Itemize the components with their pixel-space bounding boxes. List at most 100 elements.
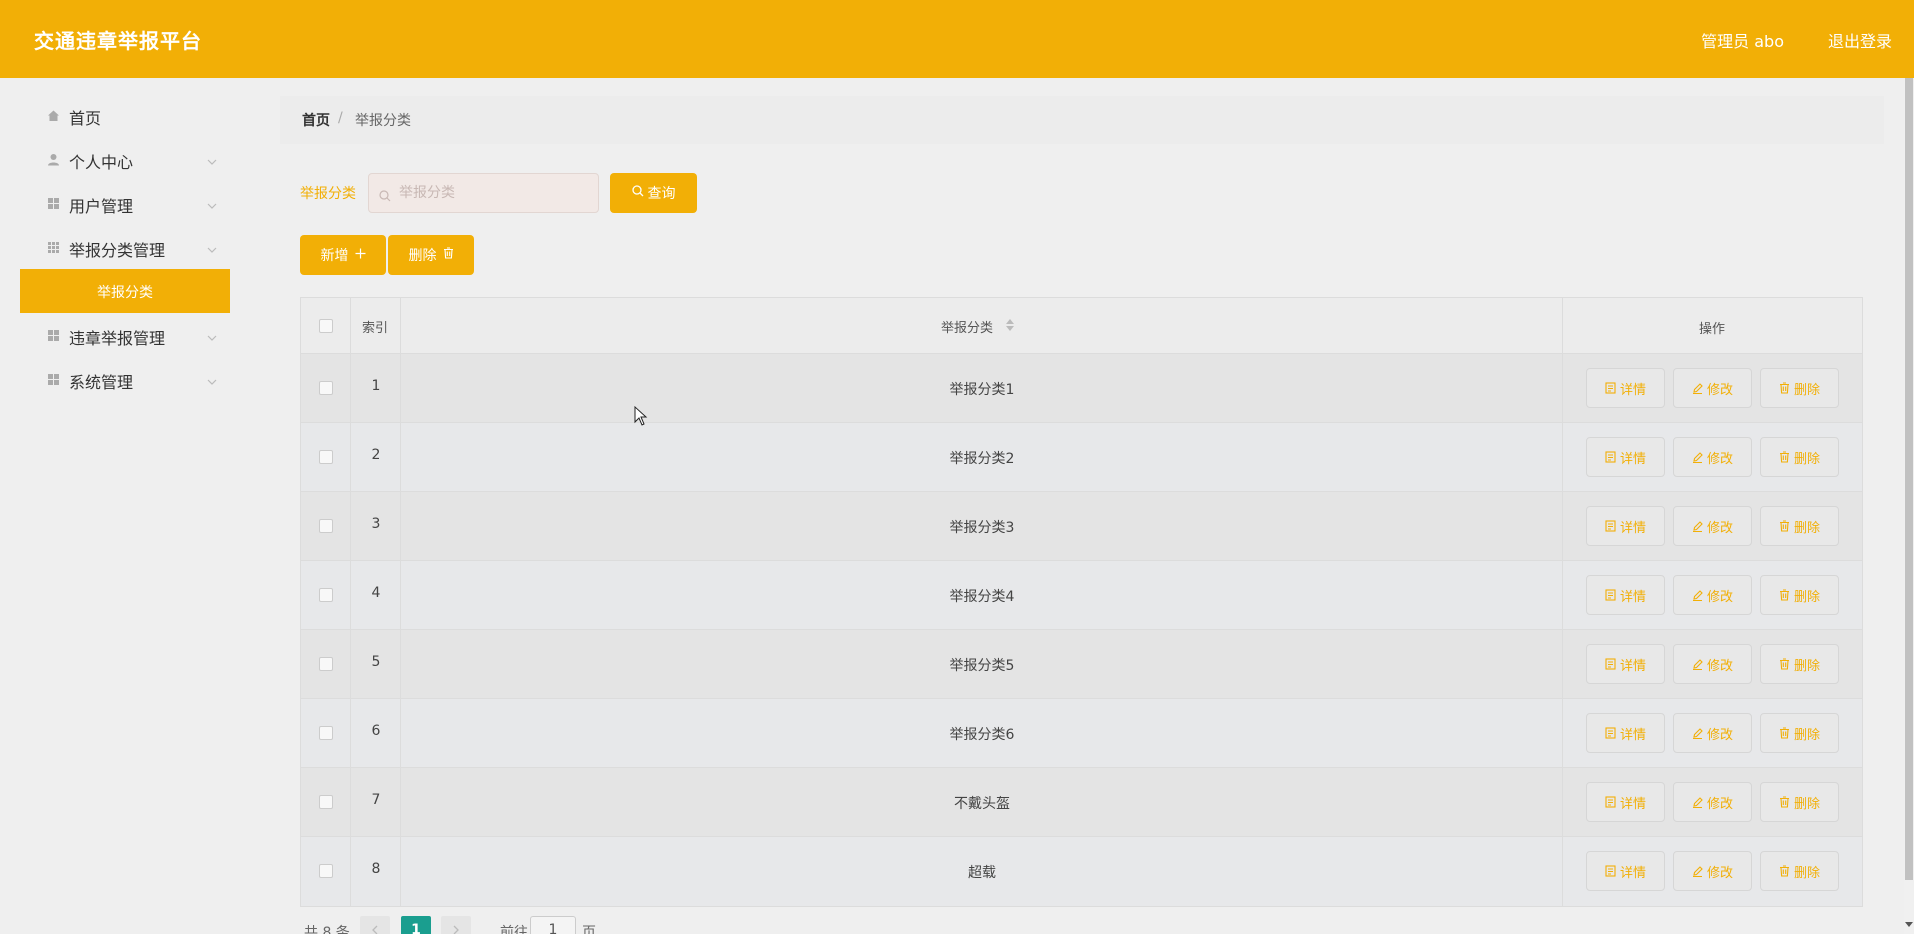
pagination-total: 共 8 条 [304, 925, 350, 934]
row-checkbox[interactable] [319, 381, 333, 395]
edit-button-label: 修改 [1706, 451, 1733, 467]
edit-button[interactable]: 修改 [1673, 851, 1752, 891]
row-checkbox[interactable] [319, 519, 333, 533]
sidebar-item-category-management[interactable]: 举报分类管理 [20, 227, 230, 267]
edit-button[interactable]: 修改 [1673, 437, 1752, 477]
delete-button[interactable]: 删除 [1760, 368, 1839, 408]
edit-icon [1692, 728, 1703, 739]
sidebar-item-user-management[interactable]: 用户管理 [20, 183, 230, 223]
row-checkbox[interactable] [319, 588, 333, 602]
logout-link[interactable]: 退出登录 [1828, 28, 1892, 52]
row-checkbox[interactable] [319, 864, 333, 878]
table-header: 索引 举报分类 操作 [301, 298, 1862, 354]
grid-icon [46, 372, 60, 386]
home-icon [46, 108, 60, 122]
row-checkbox[interactable] [319, 657, 333, 671]
detail-button[interactable]: 详情 [1586, 782, 1665, 822]
delete-button-label: 删除 [1793, 589, 1820, 605]
row-category: 举报分类6 [949, 727, 1015, 743]
user-icon [46, 152, 60, 166]
detail-button[interactable]: 详情 [1586, 713, 1665, 753]
breadcrumb-separator: / [338, 110, 343, 126]
edit-button-label: 修改 [1706, 382, 1733, 398]
table-row: 8 超载 详情 修改 删除 [301, 837, 1862, 906]
search-icon [379, 187, 391, 206]
trash-icon [443, 247, 454, 263]
query-button[interactable]: 查询 [610, 173, 697, 213]
prev-page-button[interactable] [360, 916, 390, 934]
sidebar-item-label: 首页 [69, 109, 102, 128]
detail-button[interactable]: 详情 [1586, 575, 1665, 615]
row-checkbox[interactable] [319, 795, 333, 809]
delete-button[interactable]: 删除 [1760, 713, 1839, 753]
add-button-label: 新增 [320, 248, 349, 264]
breadcrumb: 首页 / 举报分类 [280, 96, 1884, 144]
search-input[interactable] [399, 174, 589, 212]
sidebar-item-violation-report-management[interactable]: 违章举报管理 [20, 315, 230, 355]
document-icon [1605, 865, 1616, 877]
delete-button[interactable]: 删除 [1760, 575, 1839, 615]
delete-button-label: 删除 [1793, 796, 1820, 812]
delete-button[interactable]: 删除 [1760, 782, 1839, 822]
delete-button[interactable]: 删除 [1760, 851, 1839, 891]
detail-button-label: 详情 [1619, 382, 1646, 398]
vertical-scrollbar[interactable] [1904, 78, 1914, 934]
breadcrumb-home[interactable]: 首页 [302, 110, 330, 130]
detail-button-label: 详情 [1619, 658, 1646, 674]
detail-button[interactable]: 详情 [1586, 368, 1665, 408]
trash-icon [1779, 589, 1789, 601]
edit-button[interactable]: 修改 [1673, 782, 1752, 822]
edit-icon [1692, 659, 1703, 670]
document-icon [1605, 658, 1616, 670]
delete-button[interactable]: 删除 [1760, 437, 1839, 477]
sidebar-item-label: 系统管理 [69, 373, 134, 392]
select-all-checkbox[interactable] [319, 319, 333, 333]
sidebar-subitem-report-category[interactable]: 举报分类 [20, 269, 230, 313]
edit-button[interactable]: 修改 [1673, 713, 1752, 753]
page-number-button[interactable]: 1 [401, 916, 431, 934]
delete-button-label: 删除 [1793, 520, 1820, 536]
edit-icon [1692, 866, 1703, 877]
detail-button-label: 详情 [1619, 520, 1646, 536]
detail-button[interactable]: 详情 [1586, 644, 1665, 684]
sidebar-item-home[interactable]: 首页 [20, 95, 230, 135]
edit-icon [1692, 590, 1703, 601]
document-icon [1605, 520, 1616, 532]
row-checkbox[interactable] [319, 726, 333, 740]
detail-button[interactable]: 详情 [1586, 506, 1665, 546]
trash-icon [1779, 658, 1789, 670]
sidebar: 首页 个人中心 用户管理 举报分类管理 举报分类 违章举报管理 系统管理 [0, 78, 250, 934]
row-index: 5 [371, 654, 381, 670]
page-jump-input[interactable] [530, 916, 576, 934]
row-index: 3 [371, 516, 381, 532]
edit-button[interactable]: 修改 [1673, 644, 1752, 684]
detail-button[interactable]: 详情 [1586, 851, 1665, 891]
sidebar-item-personal-center[interactable]: 个人中心 [20, 139, 230, 179]
chevron-right-icon [453, 925, 459, 934]
sidebar-item-system-management[interactable]: 系统管理 [20, 359, 230, 399]
edit-button-label: 修改 [1706, 658, 1733, 674]
delete-button[interactable]: 删除 [1760, 644, 1839, 684]
row-index: 7 [371, 792, 381, 808]
trash-icon [1779, 451, 1789, 463]
edit-button[interactable]: 修改 [1673, 368, 1752, 408]
next-page-button[interactable] [441, 916, 471, 934]
row-checkbox[interactable] [319, 450, 333, 464]
edit-button[interactable]: 修改 [1673, 575, 1752, 615]
edit-button[interactable]: 修改 [1673, 506, 1752, 546]
row-index: 1 [371, 378, 381, 394]
sort-icon[interactable] [1005, 317, 1015, 336]
scrollbar-thumb[interactable] [1905, 78, 1913, 880]
scroll-down-arrow-icon[interactable] [1905, 920, 1913, 930]
batch-delete-button[interactable]: 删除 [388, 235, 474, 275]
detail-button[interactable]: 详情 [1586, 437, 1665, 477]
table-row: 6 举报分类6 详情 修改 删除 [301, 699, 1862, 768]
table-row: 2 举报分类2 详情 修改 删除 [301, 423, 1862, 492]
delete-button[interactable]: 删除 [1760, 506, 1839, 546]
table-row: 7 不戴头盔 详情 修改 删除 [301, 768, 1862, 837]
delete-button-label: 删除 [1793, 865, 1820, 881]
document-icon [1605, 796, 1616, 808]
trash-icon [1779, 865, 1789, 877]
detail-button-label: 详情 [1619, 796, 1646, 812]
add-button[interactable]: 新增 [300, 235, 386, 275]
